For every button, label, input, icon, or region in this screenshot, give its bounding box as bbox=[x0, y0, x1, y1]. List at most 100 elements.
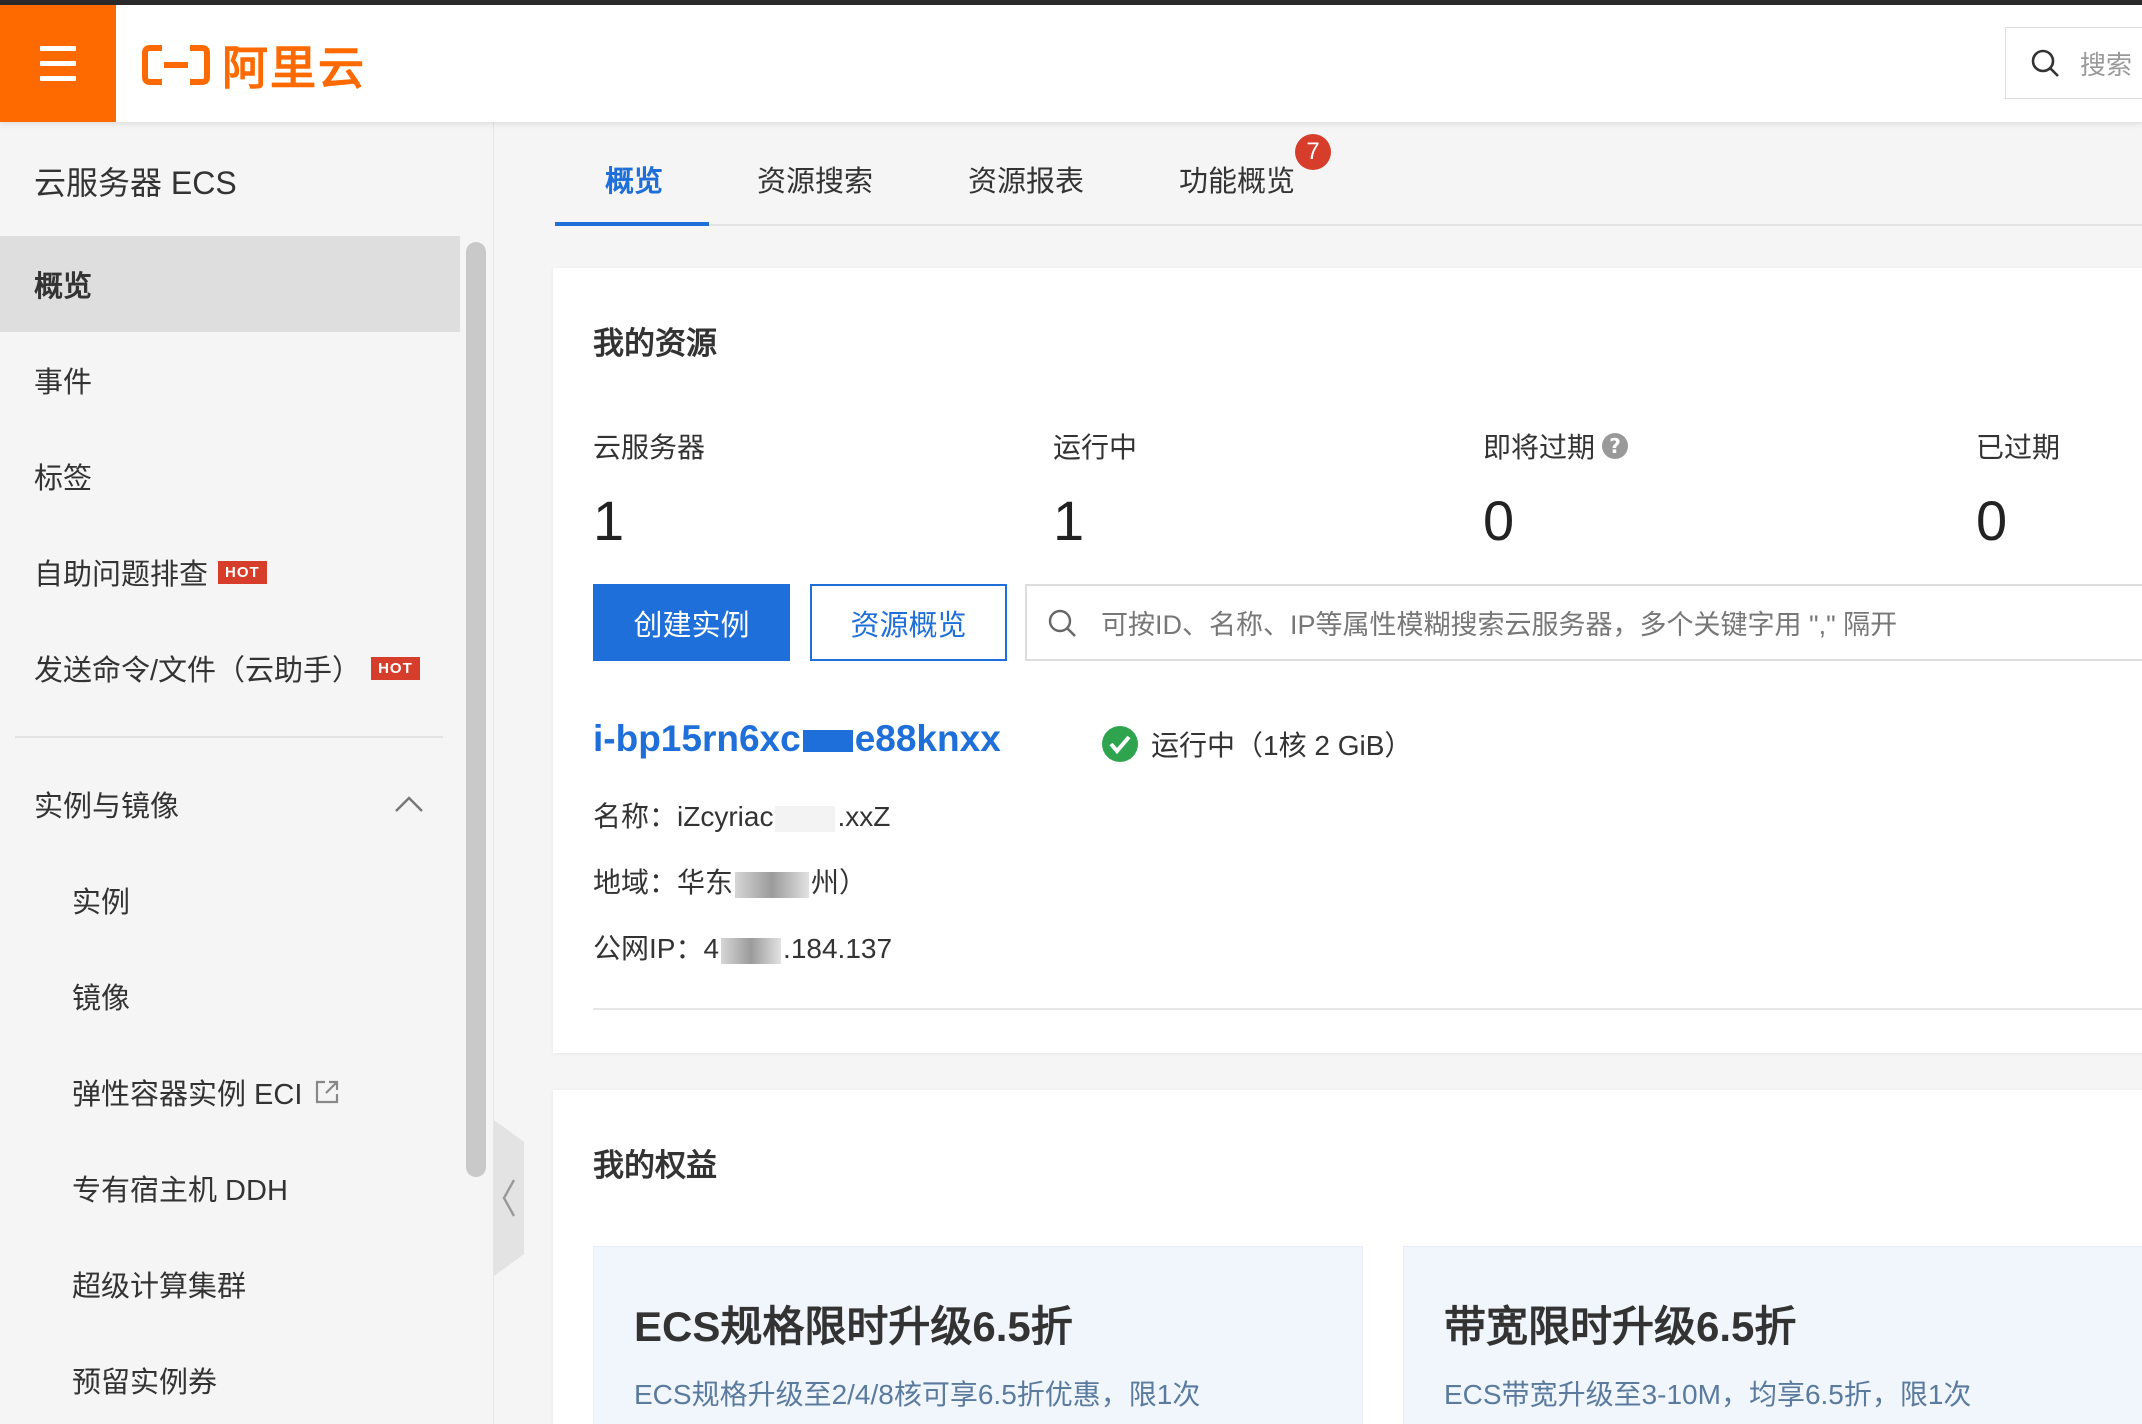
instance-status-text: 运行中（1核 2 GiB） bbox=[1151, 730, 1413, 761]
sidebar-item-reserved-instances[interactable]: 预留实例券 bbox=[0, 1332, 460, 1424]
search-icon bbox=[2031, 49, 2059, 77]
main-tabs: 概览 资源搜索 资源报表 功能概览 bbox=[555, 122, 2142, 226]
instance-search-input[interactable]: 可按ID、名称、IP等属性模糊搜索云服务器，多个关键字用 "," 隔开 bbox=[1025, 584, 2142, 661]
promo-subtitle: ECS带宽升级至3-10M，均享6.5折，限1次 bbox=[1444, 1379, 1972, 1410]
promo-card-bandwidth-upgrade[interactable]: 带宽限时升级6.5折 ECS带宽升级至3-10M，均享6.5折，限1次 bbox=[1403, 1246, 2142, 1424]
hot-badge: HOT bbox=[371, 656, 420, 680]
sidebar-item-label: 自助问题排查 bbox=[34, 559, 209, 591]
promo-title: ECS规格限时升级6.5折 bbox=[634, 1303, 1073, 1350]
sidebar-divider bbox=[15, 736, 443, 738]
stat-label-expiring: 即将过期 ? bbox=[1483, 426, 1629, 466]
instance-status: 运行中（1核 2 GiB） bbox=[1101, 724, 1412, 764]
resource-overview-button[interactable]: 资源概览 bbox=[810, 584, 1007, 661]
create-instance-button[interactable]: 创建实例 bbox=[593, 584, 790, 661]
tab-overview[interactable]: 概览 bbox=[605, 158, 663, 200]
stat-label-text: 即将过期 bbox=[1483, 432, 1596, 463]
stat-value-expired[interactable]: 0 bbox=[1976, 488, 2007, 553]
sidebar-item-label: 事件 bbox=[34, 367, 93, 399]
sidebar-item-ddh[interactable]: 专有宿主机 DDH bbox=[0, 1140, 460, 1236]
sidebar-item-images[interactable]: 镜像 bbox=[0, 948, 460, 1044]
sidebar-item-cloud-assistant[interactable]: 发送命令/文件（云助手） HOT bbox=[0, 620, 460, 716]
menu-line-icon bbox=[40, 46, 76, 51]
field-label: 地域： bbox=[593, 867, 678, 898]
sidebar-collapse-handle[interactable] bbox=[494, 1120, 524, 1276]
sidebar: 云服务器 ECS 概览 事件 标签 自助问题排查 HOT 发送命令/文件（云助手… bbox=[0, 122, 494, 1424]
sidebar-item-eci[interactable]: 弹性容器实例 ECI bbox=[0, 1044, 460, 1140]
redacted-mark bbox=[802, 730, 853, 753]
promo-title: 带宽限时升级6.5折 bbox=[1444, 1303, 1797, 1350]
sidebar-item-label: 弹性容器实例 ECI bbox=[72, 1079, 303, 1111]
tab-resource-report[interactable]: 资源报表 bbox=[968, 158, 1084, 200]
hamburger-menu-button[interactable] bbox=[0, 5, 116, 122]
redacted-mark bbox=[721, 937, 782, 964]
instance-name-row: 名称：iZcyriac .xxZ bbox=[593, 795, 890, 835]
logo-text: 阿里云 bbox=[222, 42, 366, 94]
my-resources-card: 我的资源 云服务器 1 运行中 1 即将过期 ? 0 已过期 0 创建实例 资源… bbox=[553, 268, 2142, 1053]
global-search-input[interactable]: 搜索 bbox=[2005, 27, 2142, 99]
instance-ip-row: 公网IP：4 .184.137 bbox=[593, 927, 892, 967]
search-placeholder: 可按ID、名称、IP等属性模糊搜索云服务器，多个关键字用 "," 隔开 bbox=[1101, 610, 1898, 640]
card-divider bbox=[593, 1008, 2142, 1010]
notification-badge: 7 bbox=[1295, 134, 1331, 170]
stat-label-running: 运行中 bbox=[1053, 432, 1138, 463]
chevron-left-icon bbox=[502, 1179, 516, 1217]
help-icon[interactable]: ? bbox=[1601, 432, 1629, 460]
sidebar-item-tags[interactable]: 标签 bbox=[0, 428, 460, 524]
sidebar-title: 云服务器 ECS bbox=[34, 165, 237, 201]
sidebar-item-label: 专有宿主机 DDH bbox=[72, 1175, 288, 1207]
instance-name-end: .xxZ bbox=[837, 801, 891, 832]
instance-ip-end: .184.137 bbox=[783, 933, 893, 964]
sidebar-item-label: 发送命令/文件（云助手） bbox=[34, 655, 362, 687]
sidebar-item-label: 实例 bbox=[72, 887, 131, 919]
sidebar-item-label: 超级计算集群 bbox=[72, 1271, 247, 1303]
tab-resource-search[interactable]: 资源搜索 bbox=[757, 158, 873, 200]
promo-subtitle: ECS规格升级至2/4/8核可享6.5折优惠，限1次 bbox=[634, 1379, 1201, 1410]
stat-value-expiring[interactable]: 0 bbox=[1483, 488, 1514, 553]
sidebar-section-instances-images[interactable]: 实例与镜像 bbox=[0, 756, 460, 852]
my-benefits-card: 我的权益 ECS规格限时升级6.5折 ECS规格升级至2/4/8核可享6.5折优… bbox=[553, 1090, 2142, 1424]
check-circle-icon bbox=[1102, 726, 1138, 762]
sidebar-item-label: 标签 bbox=[34, 463, 93, 495]
chevron-up-icon bbox=[395, 796, 423, 812]
sidebar-scrollbar[interactable] bbox=[466, 242, 486, 1177]
instance-id-end: e88knxx bbox=[854, 718, 1001, 759]
svg-text:?: ? bbox=[1609, 434, 1621, 458]
active-tab-indicator bbox=[555, 222, 709, 226]
instance-name-start: iZcyriac bbox=[677, 801, 774, 832]
aliyun-logo-icon bbox=[142, 45, 210, 85]
stat-value-running[interactable]: 1 bbox=[1053, 488, 1084, 553]
top-header: 阿里云 搜索 bbox=[0, 5, 2142, 122]
sidebar-item-label: 概览 bbox=[34, 271, 93, 303]
external-link-icon bbox=[316, 1080, 339, 1104]
instance-region-end: 州） bbox=[811, 867, 868, 898]
promo-card-ecs-upgrade[interactable]: ECS规格限时升级6.5折 ECS规格升级至2/4/8核可享6.5折优惠，限1次 bbox=[593, 1246, 1363, 1424]
card-title: 我的资源 bbox=[593, 326, 717, 361]
sidebar-item-instances[interactable]: 实例 bbox=[0, 852, 460, 948]
card-title: 我的权益 bbox=[593, 1148, 717, 1183]
field-label: 名称： bbox=[593, 801, 678, 832]
instance-ip-start: 4 bbox=[703, 933, 720, 964]
redacted-mark bbox=[735, 871, 810, 898]
instance-id-link[interactable]: i-bp15rn6xc e88knxx bbox=[593, 718, 1001, 760]
redacted-mark bbox=[775, 805, 836, 832]
menu-line-icon bbox=[40, 76, 76, 81]
sidebar-item-self-diagnosis[interactable]: 自助问题排查 HOT bbox=[0, 524, 460, 620]
search-icon bbox=[1048, 609, 1076, 637]
aliyun-logo[interactable]: 阿里云 bbox=[142, 39, 366, 94]
stat-value-servers[interactable]: 1 bbox=[593, 488, 624, 553]
sidebar-item-supercomputing-cluster[interactable]: 超级计算集群 bbox=[0, 1236, 460, 1332]
field-label: 公网IP： bbox=[593, 933, 704, 964]
sidebar-item-label: 预留实例券 bbox=[72, 1367, 218, 1399]
sidebar-section-label: 实例与镜像 bbox=[34, 791, 180, 823]
hot-badge: HOT bbox=[218, 560, 267, 584]
sidebar-item-overview[interactable]: 概览 bbox=[0, 236, 460, 332]
instance-region-start: 华东 bbox=[677, 867, 734, 898]
sidebar-item-label: 镜像 bbox=[72, 983, 131, 1015]
stat-label-servers: 云服务器 bbox=[593, 432, 706, 463]
search-placeholder: 搜索 bbox=[2080, 49, 2133, 80]
stat-label-expired: 已过期 bbox=[1976, 432, 2061, 463]
tab-feature-overview[interactable]: 功能概览 bbox=[1179, 158, 1295, 200]
sidebar-item-events[interactable]: 事件 bbox=[0, 332, 460, 428]
menu-line-icon bbox=[40, 61, 76, 66]
instance-region-row: 地域：华东 州） bbox=[593, 861, 867, 901]
